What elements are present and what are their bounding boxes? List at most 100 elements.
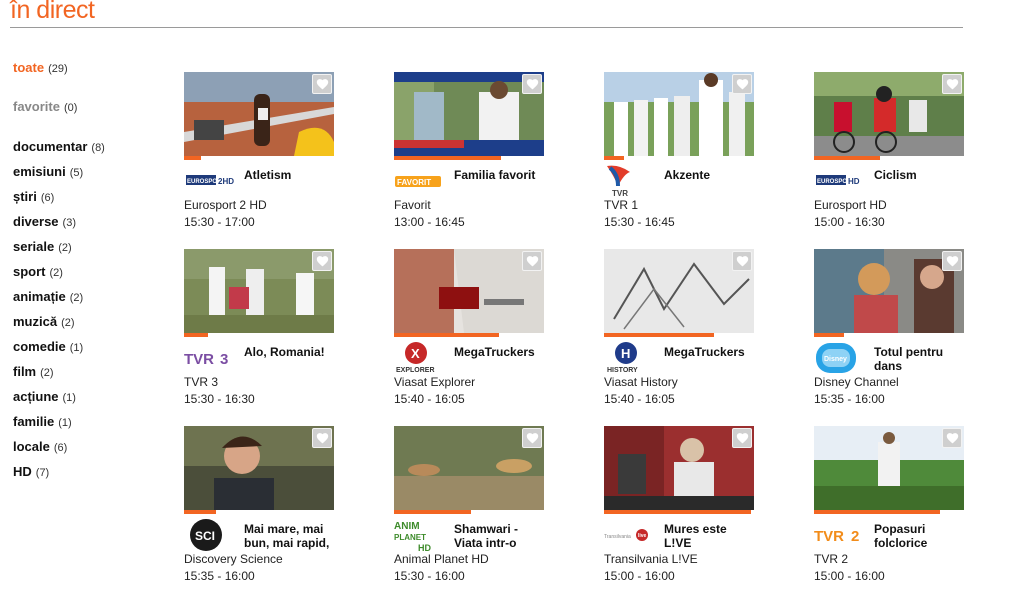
program-thumbnail[interactable] — [814, 72, 964, 156]
category-familie[interactable]: familie (1) — [13, 414, 72, 429]
category-diverse[interactable]: diverse (3) — [13, 214, 76, 229]
favorite-heart-button[interactable] — [732, 428, 752, 448]
program-title[interactable]: Popasuri folclorice — [874, 522, 962, 550]
category-film[interactable]: film (2) — [13, 364, 54, 379]
category-count: (29) — [48, 63, 68, 75]
program-thumbnail[interactable] — [814, 426, 964, 510]
category-documentar[interactable]: documentar (8) — [13, 139, 105, 154]
program-title[interactable]: MegaTruckers — [454, 345, 542, 359]
favorite-heart-button[interactable] — [942, 74, 962, 94]
program-time: 13:00 - 16:45 — [394, 215, 465, 229]
program-card[interactable]: EUROSPORT 2HD Atletism Eurosport 2 HD 15:… — [184, 72, 334, 242]
program-time: 15:30 - 16:30 — [184, 392, 255, 406]
channel-name: Disney Channel — [814, 375, 899, 389]
favorite-heart-button[interactable] — [522, 428, 542, 448]
svg-text:Disney: Disney — [824, 356, 847, 363]
program-card[interactable]: H HISTORY MegaTruckers Viasat History 15:… — [604, 249, 754, 419]
program-time: 15:35 - 16:00 — [814, 392, 885, 406]
favorite-heart-button[interactable] — [522, 251, 542, 271]
svg-text:HD: HD — [848, 177, 860, 186]
program-title[interactable]: Mures este L!VE — [664, 522, 752, 550]
program-progress-bar — [184, 510, 216, 514]
program-thumbnail[interactable] — [394, 426, 544, 510]
svg-text:2: 2 — [851, 528, 859, 545]
category-actiune[interactable]: acțiune (1) — [13, 389, 76, 404]
favorite-heart-button[interactable] — [312, 74, 332, 94]
program-card[interactable]: X EXPLORER MegaTruckers Viasat Explorer 1… — [394, 249, 544, 419]
category-comedie[interactable]: comedie (1) — [13, 339, 83, 354]
program-thumbnail[interactable] — [604, 426, 754, 510]
program-card[interactable]: TVR 2 Popasuri folclorice TVR 2 15:00 - 1… — [814, 426, 964, 596]
program-progress-bar — [604, 510, 751, 514]
tvr3-logo: TVR 3 — [184, 341, 242, 375]
category-toate[interactable]: toate (29) — [13, 60, 68, 75]
program-title[interactable]: Totul pentru dans — [874, 345, 962, 373]
favorite-heart-button[interactable] — [942, 251, 962, 271]
program-card[interactable]: ANIM PLANET HD Shamwari - Viata intr-o Ani… — [394, 426, 544, 596]
category-label: comedie — [13, 339, 66, 354]
program-thumbnail[interactable] — [184, 249, 334, 333]
program-thumbnail[interactable] — [184, 426, 334, 510]
channel-name: Eurosport 2 HD — [184, 198, 267, 212]
heart-icon — [736, 433, 748, 444]
program-card[interactable]: Transilvania live Mures este L!VE Transil… — [604, 426, 754, 596]
category-hd[interactable]: HD (7) — [13, 464, 49, 479]
program-card[interactable]: Disney Totul pentru dans Disney Channel … — [814, 249, 964, 419]
category-label: film — [13, 364, 37, 379]
category-label: emisiuni — [13, 164, 66, 179]
favorite-heart-button[interactable] — [732, 74, 752, 94]
category-count: (6) — [53, 442, 68, 454]
program-card[interactable]: TVR 3 Alo, Romania! TVR 3 15:30 - 16:30 — [184, 249, 334, 419]
svg-text:TVR: TVR — [814, 528, 844, 545]
channel-name: Viasat Explorer — [394, 375, 476, 389]
category-label: toate — [13, 60, 45, 75]
program-progress-bar — [814, 510, 940, 514]
channel-name: TVR 3 — [184, 375, 219, 389]
program-title[interactable]: MegaTruckers — [664, 345, 752, 359]
channel-name: Eurosport HD — [814, 198, 887, 212]
heart-icon — [946, 433, 958, 444]
program-thumbnail[interactable] — [814, 249, 964, 333]
svg-text:PLANET: PLANET — [394, 533, 426, 542]
favorite-heart-button[interactable] — [522, 74, 542, 94]
program-title[interactable]: Shamwari - Viata intr-o — [454, 522, 542, 550]
favorite-heart-button[interactable] — [312, 251, 332, 271]
program-time: 15:30 - 16:00 — [394, 569, 465, 583]
program-thumbnail[interactable] — [394, 72, 544, 156]
category-seriale[interactable]: seriale (2) — [13, 239, 72, 254]
program-card[interactable]: SCI Mai mare, mai bun, mai rapid, Discov… — [184, 426, 334, 596]
favorite-heart-button[interactable] — [942, 428, 962, 448]
category-locale[interactable]: locale (6) — [13, 439, 67, 454]
category-animatie[interactable]: animație (2) — [13, 289, 83, 304]
program-title[interactable]: Akzente — [664, 168, 752, 182]
program-thumbnail[interactable] — [394, 249, 544, 333]
channel-name: Animal Planet HD — [394, 552, 489, 566]
program-card[interactable]: TVR Akzente TVR 1 15:30 - 16:45 — [604, 72, 754, 242]
category-stiri[interactable]: știri (6) — [13, 189, 54, 204]
eurosport-hd-logo: EUROSPORT HD — [814, 164, 872, 198]
category-count: (1) — [58, 417, 72, 429]
program-time: 15:00 - 16:00 — [814, 569, 885, 583]
category-sport[interactable]: sport (2) — [13, 264, 63, 279]
program-title[interactable]: Familia favorit — [454, 168, 542, 182]
category-emisiuni[interactable]: emisiuni (5) — [13, 164, 83, 179]
program-thumbnail[interactable] — [184, 72, 334, 156]
favorite-heart-button[interactable] — [732, 251, 752, 271]
category-count: (8) — [91, 142, 105, 154]
program-title[interactable]: Mai mare, mai bun, mai rapid, — [244, 522, 332, 550]
category-favorite[interactable]: favorite (0) — [13, 99, 77, 114]
category-muzica[interactable]: muzică (2) — [13, 314, 75, 329]
program-card[interactable]: EUROSPORT HD Ciclism Eurosport HD 15:00 -… — [814, 72, 964, 242]
program-title[interactable]: Alo, Romania! — [244, 345, 332, 359]
svg-text:X: X — [411, 346, 420, 361]
program-card[interactable]: FAVORIT Familia favorit Favorit 13:00 - … — [394, 72, 544, 242]
heart-icon — [526, 79, 538, 90]
program-title[interactable]: Ciclism — [874, 168, 962, 182]
program-thumbnail[interactable] — [604, 72, 754, 156]
program-thumbnail[interactable] — [604, 249, 754, 333]
favorite-heart-button[interactable] — [312, 428, 332, 448]
category-count: (6) — [40, 192, 55, 204]
program-title[interactable]: Atletism — [244, 168, 332, 182]
favorit-logo: FAVORIT — [394, 164, 452, 198]
category-count: (5) — [69, 167, 84, 179]
